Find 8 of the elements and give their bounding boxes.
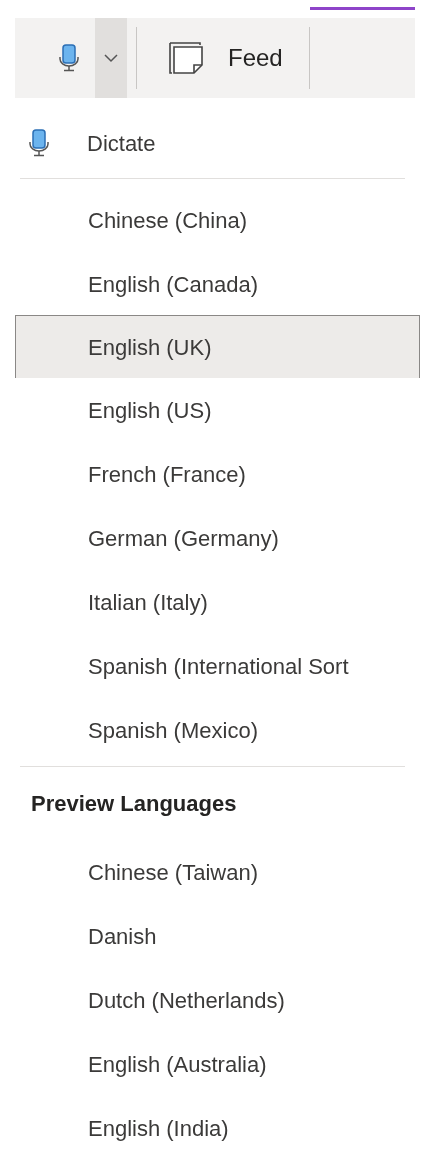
sticky-note-icon — [168, 39, 206, 77]
dictate-menu-item[interactable]: Dictate — [15, 108, 420, 178]
microphone-icon — [27, 129, 51, 157]
feed-button[interactable]: Feed — [164, 18, 287, 98]
section-heading: Preview Languages — [30, 790, 238, 818]
microphone-icon — [57, 44, 81, 72]
language-menu-item[interactable]: English (UK) — [15, 315, 420, 379]
chevron-down-icon — [104, 53, 118, 63]
